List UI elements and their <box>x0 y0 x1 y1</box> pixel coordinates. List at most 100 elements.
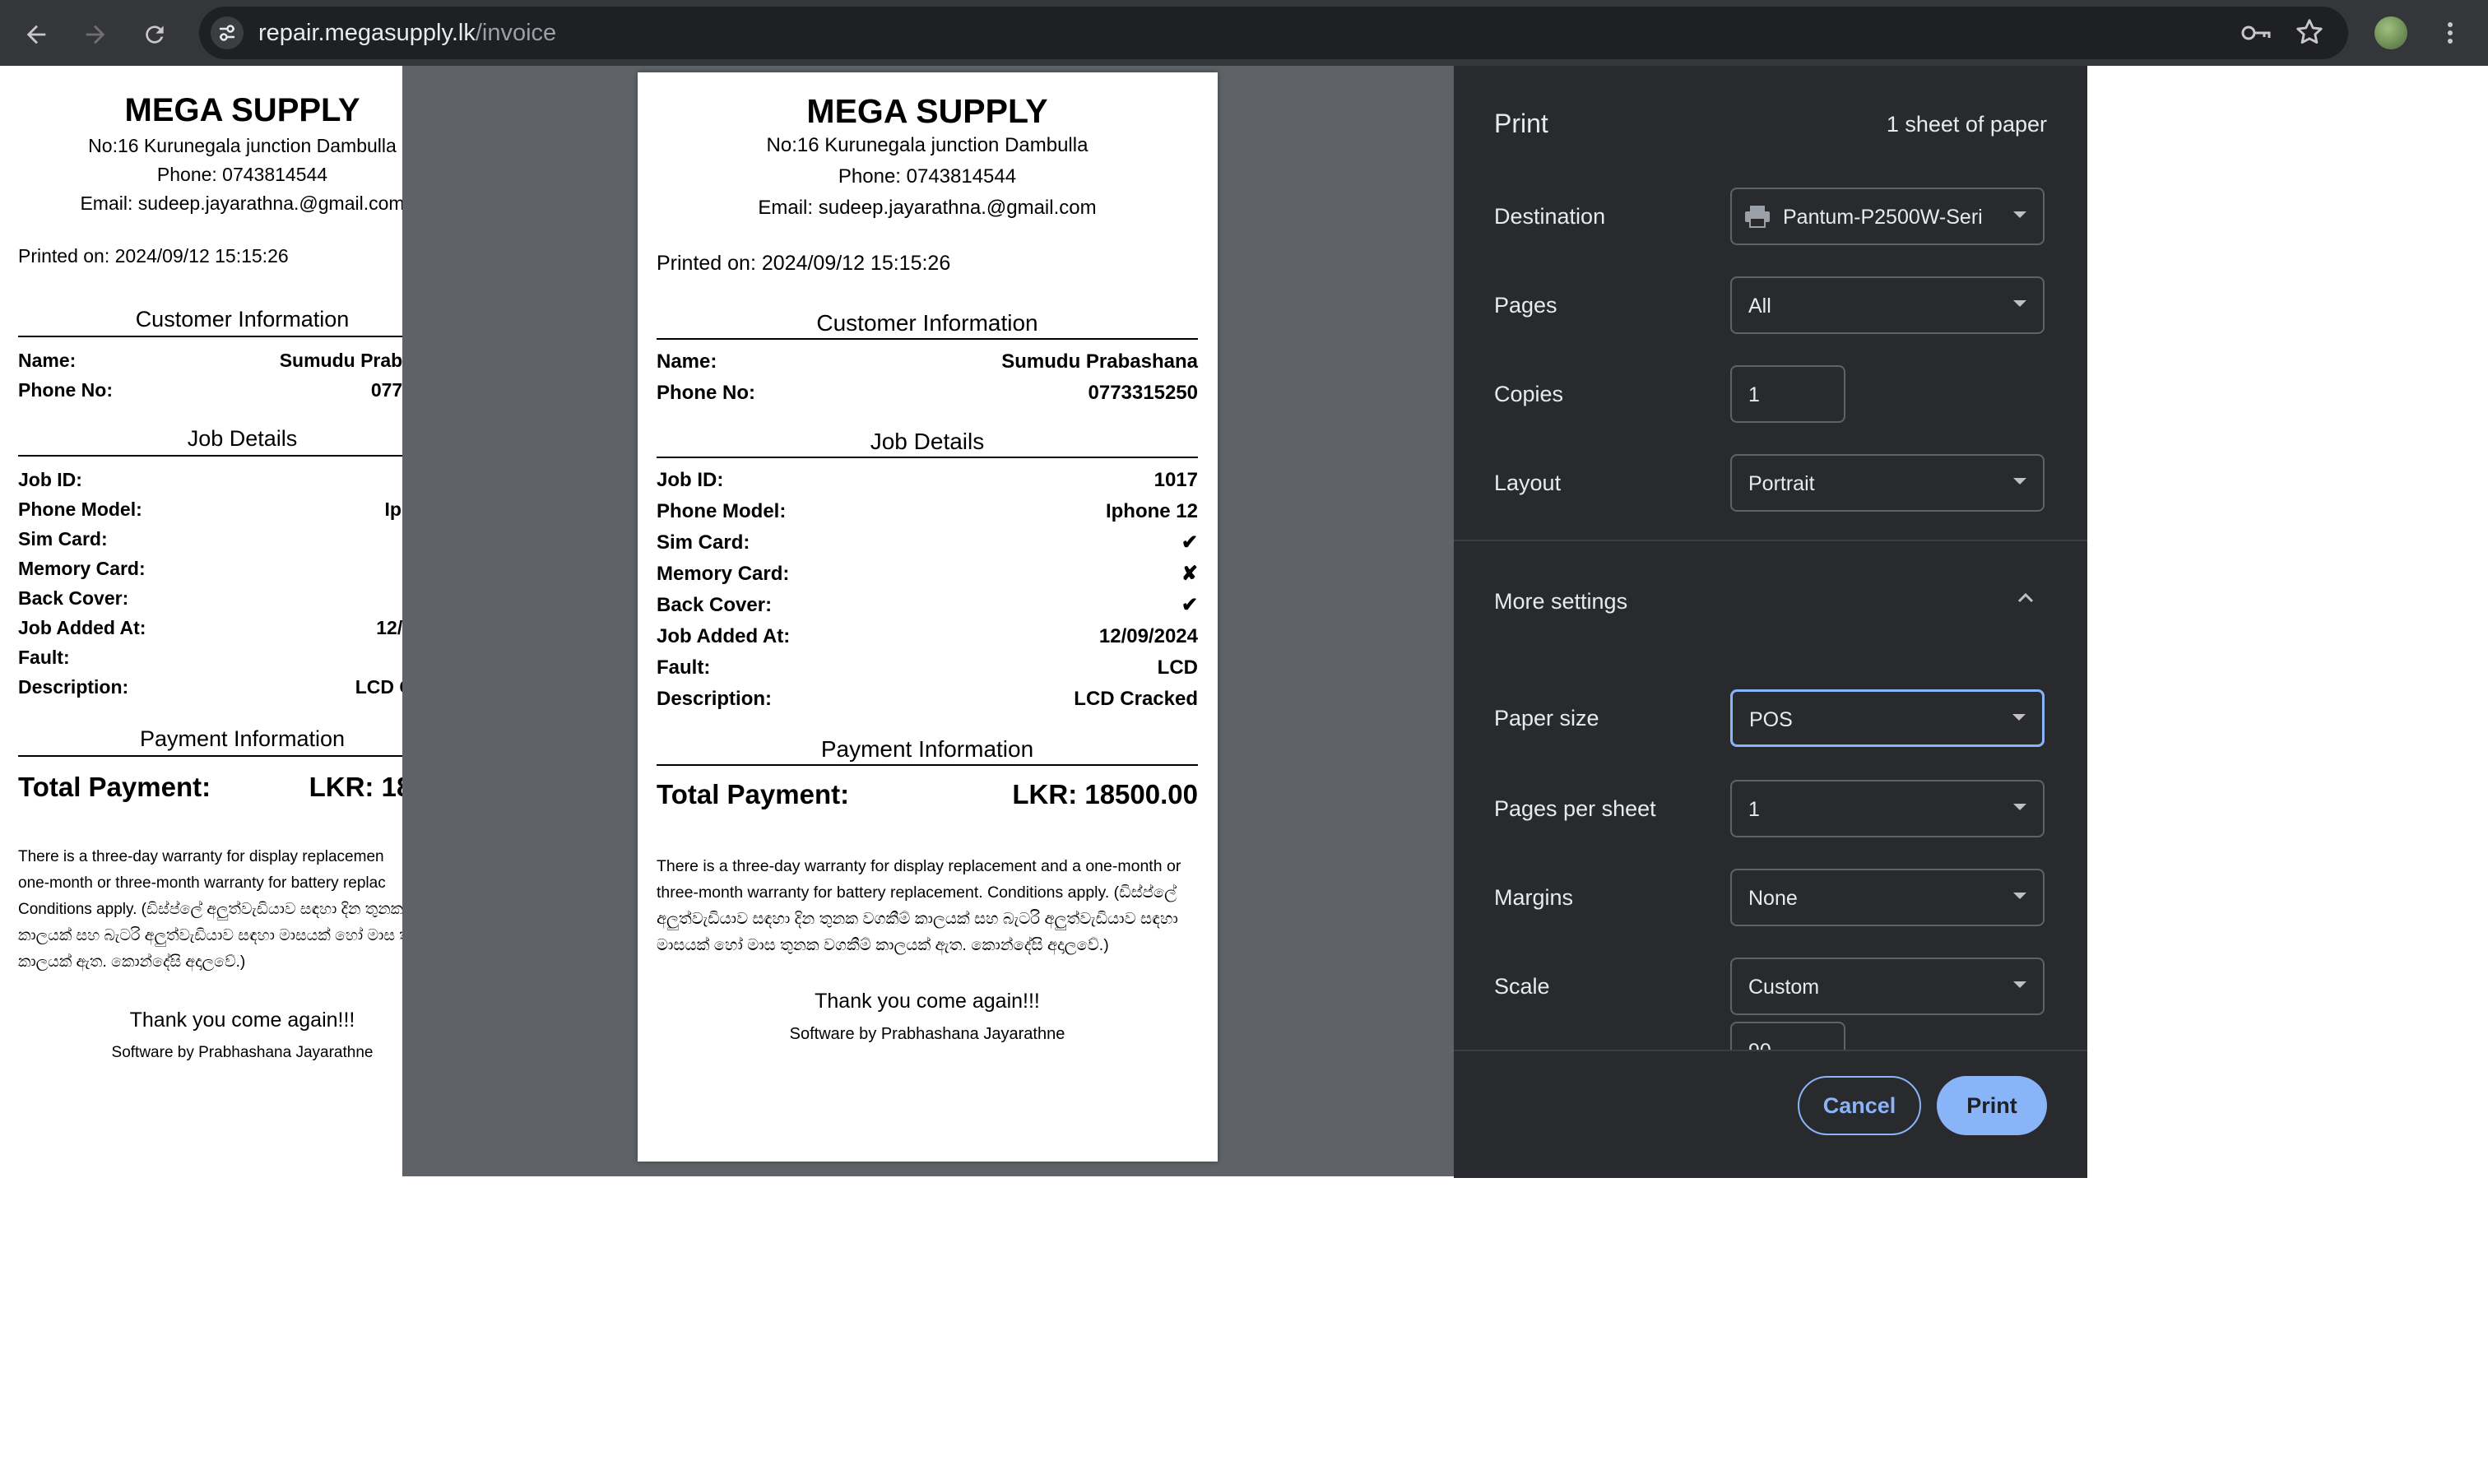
job-row: Fault: <box>18 642 466 672</box>
warranty-text: There is a three-day warranty for displa… <box>657 857 1181 954</box>
destination-select[interactable]: Pantum-P2500W-Seri <box>1730 188 2045 245</box>
row-label: Phone No: <box>657 382 755 404</box>
row-label: Fault: <box>18 647 70 668</box>
row-label: Phone No: <box>18 379 113 401</box>
warranty-text: There is a three-day warranty for displa… <box>18 844 466 976</box>
copies-value: 1 <box>1748 383 1760 406</box>
customer-row: Name: Sumudu Praba <box>18 345 466 375</box>
star-icon[interactable] <box>2294 16 2325 52</box>
background-invoice: MEGA SUPPLY No:16 Kurunegala junction Da… <box>18 89 466 1062</box>
cancel-button[interactable]: Cancel <box>1798 1076 1921 1135</box>
total-label: Total Payment: <box>18 772 211 802</box>
pages-per-sheet-label: Pages per sheet <box>1494 796 1656 821</box>
margins-select[interactable]: None <box>1730 869 2045 926</box>
row-label: Job ID: <box>18 469 82 490</box>
layout-label: Layout <box>1494 471 1562 495</box>
site-settings-icon[interactable] <box>211 16 244 49</box>
row-label: Description: <box>657 688 773 710</box>
paper-size-label: Paper size <box>1494 706 1599 730</box>
dropdown-arrow-icon <box>2013 981 2026 988</box>
job-row: Job ID: <box>18 465 466 494</box>
dropdown-arrow-icon <box>2013 893 2026 899</box>
row-label: Sim Card: <box>657 531 750 554</box>
check-icon: ✔ <box>1181 594 1198 616</box>
row-value: LCD <box>1157 656 1198 679</box>
scale-value: Custom <box>1748 976 1820 999</box>
job-row: Memory Card: <box>18 554 466 583</box>
divider <box>1454 540 2087 541</box>
shop-email: Email: sudeep.jayarathna.@gmail.com <box>758 197 1097 219</box>
row-label: Description: <box>18 676 129 698</box>
pages-select[interactable]: All <box>1730 276 2045 334</box>
printer-icon <box>1743 204 1771 234</box>
pages-value: All <box>1748 294 1771 318</box>
job-section-title: Job Details <box>657 429 1198 458</box>
row-label: Sim Card: <box>18 528 108 550</box>
print-button[interactable]: Print <box>1937 1076 2047 1135</box>
sheet-count: 1 sheet of paper <box>1886 112 2047 137</box>
job-row: Memory Card: ✘ <box>657 559 1198 590</box>
customer-row: Phone No: 0773 <box>18 375 466 405</box>
chevron-up-icon[interactable] <box>2013 586 2038 610</box>
job-row: Phone Model: Iph <box>18 494 466 524</box>
job-row: Job Added At: 12/09/2024 <box>657 621 1198 652</box>
job-row: Back Cover: ✔ <box>657 590 1198 621</box>
warranty-line: There is a three-day warranty for displa… <box>18 848 384 865</box>
shop-name: MEGA SUPPLY <box>806 92 1048 130</box>
shop-phone: Phone: 0743814544 <box>156 164 328 185</box>
paper-size-select[interactable]: POS <box>1730 689 2045 747</box>
warranty-line: කාලයක් ඇත. කොන්දේසි අදාලවේ.) <box>18 953 246 971</box>
payment-section-title: Payment Information <box>657 736 1198 766</box>
destination-value: Pantum-P2500W-Seri <box>1783 206 1983 229</box>
thanks-text: Thank you come again!!! <box>129 1009 355 1032</box>
row-label: Fault: <box>657 656 711 679</box>
row-label: Back Cover: <box>657 594 773 616</box>
key-icon[interactable] <box>2240 18 2272 52</box>
more-settings-label[interactable]: More settings <box>1494 589 1627 614</box>
warranty-line: කාලයක් සහ බැටරි අලුත්වැඩියාව සඳහා මාසයක්… <box>18 927 425 944</box>
print-settings-panel: Print 1 sheet of paper Destination Pantu… <box>1454 66 2087 1178</box>
reload-icon[interactable] <box>130 0 179 66</box>
row-label: Job Added At: <box>18 617 146 638</box>
browser-toolbar: repair.megasupply.lk/invoice <box>0 0 2488 66</box>
margins-label: Margins <box>1494 885 1574 910</box>
row-label: Phone Model: <box>18 499 142 520</box>
forward-icon[interactable] <box>71 0 120 66</box>
margins-value: None <box>1748 887 1798 910</box>
scale-select[interactable]: Custom <box>1730 958 2045 1015</box>
avatar[interactable] <box>2374 16 2407 49</box>
dropdown-arrow-icon <box>2012 714 2026 721</box>
job-row: Fault: LCD <box>657 652 1198 684</box>
customer-row: Name: Sumudu Prabashana <box>657 346 1198 378</box>
row-label: Job Added At: <box>657 625 791 647</box>
shop-address: No:16 Kurunegala junction Dambulla <box>88 135 397 156</box>
job-row: Sim Card: <box>18 524 466 554</box>
copies-input[interactable]: 1 <box>1730 365 1845 423</box>
dropdown-arrow-icon <box>2013 211 2026 218</box>
preview-receipt: MEGA SUPPLY No:16 Kurunegala junction Da… <box>657 92 1198 1044</box>
dropdown-arrow-icon <box>2013 478 2026 485</box>
pages-label: Pages <box>1494 293 1557 318</box>
layout-value: Portrait <box>1748 472 1815 495</box>
row-label: Name: <box>657 350 717 373</box>
pages-per-sheet-select[interactable]: 1 <box>1730 780 2045 837</box>
total-value: LKR: 18500.00 <box>1012 779 1198 809</box>
warranty-line: one-month or three-month warranty for ba… <box>18 874 386 892</box>
back-icon[interactable] <box>12 0 61 66</box>
url-text[interactable]: repair.megasupply.lk/invoice <box>258 0 556 66</box>
warranty-line: Conditions apply. (ඩිස්ප්ලේ අලුත්වැඩියාව… <box>18 901 419 918</box>
software-credit: Software by Prabhashana Jayarathne <box>111 1044 374 1061</box>
scale-label: Scale <box>1494 974 1550 999</box>
row-value: 0773315250 <box>1088 382 1198 404</box>
shop-phone: Phone: 0743814544 <box>838 165 1017 188</box>
total-label: Total Payment: <box>657 779 850 809</box>
pages-per-sheet-value: 1 <box>1748 798 1760 821</box>
menu-icon[interactable] <box>2440 18 2460 52</box>
total-payment: Total Payment: LKR: 1850 <box>18 772 466 803</box>
job-row: Sim Card: ✔ <box>657 527 1198 559</box>
row-value: 1017 <box>1153 469 1198 491</box>
layout-select[interactable]: Portrait <box>1730 454 2045 512</box>
row-value: Sumudu Praba <box>279 350 413 371</box>
check-icon: ✔ <box>1181 531 1198 554</box>
job-row: Description: LCD Cracked <box>657 684 1198 715</box>
